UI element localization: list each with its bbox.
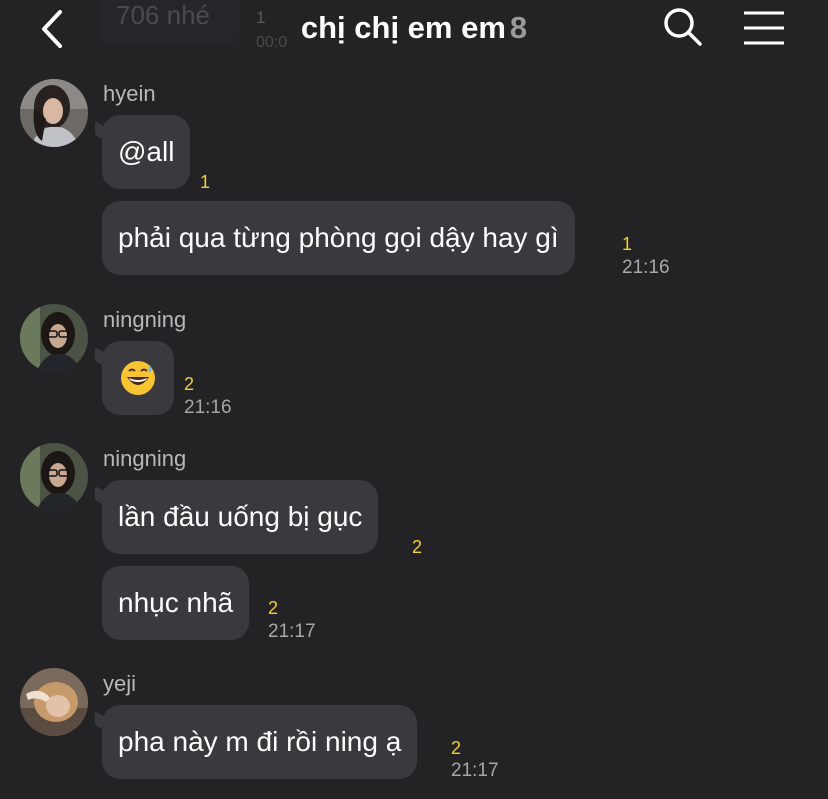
unread-count: 2 <box>184 374 195 394</box>
message-bubble[interactable]: pha này m đi rồi ning ạ <box>102 705 418 779</box>
menu-button[interactable] <box>742 10 786 46</box>
unread-count: 1 <box>622 234 633 254</box>
avatar-image <box>20 668 88 736</box>
search-button[interactable] <box>662 6 704 48</box>
chat-title-text: chị chị em em <box>300 10 506 45</box>
message-text: lần đầu uống bị gục <box>118 501 363 532</box>
chat-screen: 706 nhé 1 00:0 chị chị em em 8 hyein @al… <box>0 0 828 799</box>
sender-name: ningning <box>103 446 187 471</box>
sender-name: ningning <box>103 307 187 332</box>
avatar-ningning[interactable] <box>20 304 88 372</box>
unread-count: 1 <box>200 172 211 192</box>
message-text: nhục nhã <box>118 587 234 618</box>
avatar-hyein[interactable] <box>20 79 88 147</box>
unread-count: 2 <box>268 598 279 618</box>
message-time: 21:16 <box>184 397 232 418</box>
chat-header: 706 nhé 1 00:0 chị chị em em 8 <box>0 0 828 62</box>
hamburger-menu-icon <box>744 11 784 45</box>
unread-count: 2 <box>451 738 462 758</box>
message-bubble[interactable]: 😅 <box>102 341 174 415</box>
search-icon <box>664 8 702 46</box>
message-bubble[interactable]: @all <box>102 115 191 189</box>
avatar-yeji[interactable] <box>20 668 88 736</box>
message-time: 21:17 <box>451 760 499 781</box>
avatar-image <box>20 304 88 372</box>
avatar-image <box>20 443 88 511</box>
sender-name: hyein <box>103 81 156 106</box>
message-bubble[interactable]: phải qua từng phòng gọi dậy hay gì <box>102 201 575 275</box>
message-bubble[interactable]: nhục nhã <box>102 566 250 640</box>
message-text: @all <box>118 136 175 167</box>
grinning-sweat-emoji <box>121 361 155 395</box>
sender-name: yeji <box>103 671 137 696</box>
avatar-ningning[interactable] <box>20 443 88 511</box>
unread-count: 2 <box>412 537 423 557</box>
message-text: phải qua từng phòng gọi dậy hay gì <box>118 222 559 253</box>
member-count: 8 <box>509 10 528 45</box>
message-text: pha này m đi rồi ning ạ <box>118 726 402 757</box>
message-time: 21:17 <box>268 621 316 642</box>
avatar-image <box>20 79 88 147</box>
message-time: 21:16 <box>622 257 670 278</box>
message-bubble[interactable]: lần đầu uống bị gục <box>102 480 379 554</box>
